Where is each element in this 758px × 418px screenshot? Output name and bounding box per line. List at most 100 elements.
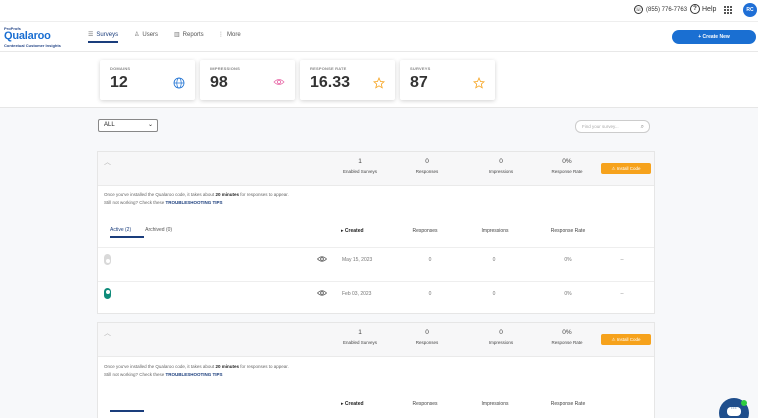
install-info: Once you've installed the Qualaroo code,…: [104, 192, 289, 205]
impressions-value: 0: [492, 291, 496, 297]
stat-label: Response Rate: [551, 340, 583, 345]
domain-card-header: ︿ 1 Enabled Surveys 0 Responses 0 Impres…: [98, 152, 654, 186]
active-tab-indicator: [110, 410, 144, 412]
stat-label: Impressions: [488, 169, 514, 174]
domain-filter-select[interactable]: ALL ⌄: [98, 119, 158, 132]
impressions-stat: 0 Impressions: [466, 329, 536, 345]
stat-label: Impressions: [488, 340, 514, 345]
nav-surveys-label: Surveys: [96, 31, 119, 38]
stat-number: 0: [499, 329, 503, 336]
enabled-surveys-stat: 1 Enabled Surveys: [325, 329, 395, 345]
troubleshooting-link[interactable]: TROUBLESHOOTING TIPS: [166, 200, 223, 205]
domain-card: ︿ 1 Enabled Surveys 0 Responses 0 Impres…: [97, 151, 655, 314]
help-text: Help: [702, 5, 717, 13]
nav-more-label: More: [227, 31, 241, 38]
install-code-label: Install Code: [616, 336, 641, 342]
column-response-rate: Response Rate: [550, 401, 586, 407]
survey-search-input[interactable]: Find your survey... ⌕: [575, 120, 650, 133]
stat-label: SURVEYS: [410, 66, 431, 71]
stat-label: Response Rate: [551, 169, 583, 174]
globe-icon: [173, 77, 185, 92]
stat-response-rate: RESPONSE RATE 16.33: [300, 60, 395, 100]
create-new-button[interactable]: + Create New: [672, 30, 756, 44]
impressions-value: 0: [492, 257, 496, 263]
rate-value: 0%: [564, 257, 572, 263]
users-icon: ♙: [134, 32, 140, 38]
stat-number: 0: [425, 329, 429, 336]
stat-impressions: IMPRESSIONS 98: [200, 60, 295, 100]
table-row: Feb 03, 2023 0 0 0% --: [98, 281, 654, 305]
domain-filter-value: ALL: [104, 122, 115, 128]
online-status-dot: [741, 400, 747, 406]
install-code-button[interactable]: ⚠ Install Code: [601, 334, 651, 345]
domain-card: ︿ 1 Enabled Surveys 0 Responses 0 Impres…: [97, 322, 655, 418]
nav-reports-label: Reports: [182, 31, 204, 38]
response-rate-stat: 0% Response Rate: [532, 329, 602, 345]
eye-icon[interactable]: [316, 255, 328, 265]
logo[interactable]: ProProfs Qualaroo Contextual Customer In…: [4, 26, 68, 48]
help-link[interactable]: ? Help: [690, 4, 716, 14]
stat-number: 0: [425, 158, 429, 165]
eye-icon[interactable]: [316, 289, 328, 299]
stat-label: RESPONSE RATE: [310, 66, 347, 71]
stat-label: IMPRESSIONS: [210, 66, 240, 71]
response-rate-stat: 0% Response Rate: [532, 158, 602, 174]
stat-value: 87: [410, 74, 428, 91]
tab-archived[interactable]: Archived (0): [145, 227, 172, 233]
nav-users[interactable]: ♙ Users: [134, 31, 158, 39]
responses-stat: 0 Responses: [392, 329, 462, 345]
troubleshooting-link[interactable]: TROUBLESHOOTING TIPS: [166, 372, 223, 377]
domain-card-header: ︿ 1 Enabled Surveys 0 Responses 0 Impres…: [98, 323, 654, 357]
tab-active[interactable]: Active (2): [110, 227, 131, 233]
stat-number: 0%: [562, 329, 572, 336]
chat-icon: ···: [727, 406, 741, 416]
avatar[interactable]: RC: [743, 3, 757, 17]
responses-value: 0: [428, 291, 432, 297]
chevron-up-icon[interactable]: ︿: [104, 328, 111, 338]
chevron-up-icon[interactable]: ︿: [104, 157, 111, 167]
phone-number[interactable]: ☏ (855) 776-7763: [634, 5, 687, 14]
survey-toggle[interactable]: [104, 288, 111, 299]
stat-value: 16.33: [310, 74, 351, 91]
responses-stat: 0 Responses: [392, 158, 462, 174]
stat-label: Responses: [415, 340, 439, 345]
top-utility-bar: ☏ (855) 776-7763 ? Help RC: [0, 0, 758, 22]
surveys-icon: ☰: [88, 32, 94, 38]
nav-surveys[interactable]: ☰ Surveys: [88, 31, 119, 43]
phone-text: (855) 776-7763: [646, 6, 688, 13]
apps-grid-icon[interactable]: [724, 6, 732, 14]
stat-label: Responses: [415, 169, 439, 174]
extra-value: --: [620, 257, 624, 263]
survey-tabs: Active (2) Archived (0): [110, 227, 172, 233]
survey-toggle[interactable]: [104, 254, 111, 265]
enabled-surveys-stat: 1 Enabled Surveys: [325, 158, 395, 174]
star-icon: [373, 76, 385, 92]
nav-more[interactable]: ⋮ More: [218, 31, 241, 39]
eye-icon: [273, 77, 285, 90]
column-responses: Responses: [412, 228, 438, 234]
created-date: May 15, 2023: [342, 257, 373, 263]
responses-value: 0: [428, 257, 432, 263]
column-created[interactable]: ▸ Created: [341, 228, 401, 234]
install-code-button[interactable]: ⚠ Install Code: [601, 163, 651, 174]
stat-value: 98: [210, 74, 228, 91]
stat-surveys: SURVEYS 87: [400, 60, 495, 100]
star-icon: [473, 76, 485, 92]
stat-number: 1: [358, 329, 362, 336]
nav-reports[interactable]: ▥ Reports: [174, 31, 204, 39]
stat-number: 0%: [562, 158, 572, 165]
logo-brand-text: Qualaroo: [4, 30, 51, 42]
stat-label: DOMAINS: [110, 66, 131, 71]
phone-icon: ☏: [634, 5, 643, 14]
stats-row: DOMAINS 12 IMPRESSIONS 98 RESPONSE RATE …: [0, 52, 758, 108]
rate-value: 0%: [564, 291, 572, 297]
column-created[interactable]: ▸ Created: [341, 401, 401, 407]
impressions-stat: 0 Impressions: [466, 158, 536, 174]
reports-icon: ▥: [174, 32, 180, 38]
created-date: Feb 03, 2023: [342, 291, 372, 297]
stat-label: Enabled Surveys: [342, 340, 378, 345]
help-icon: ?: [690, 4, 700, 14]
column-impressions: Impressions: [481, 401, 509, 407]
table-row: May 15, 2023 0 0 0% --: [98, 247, 654, 271]
main-nav: ProProfs Qualaroo Contextual Customer In…: [0, 22, 758, 52]
